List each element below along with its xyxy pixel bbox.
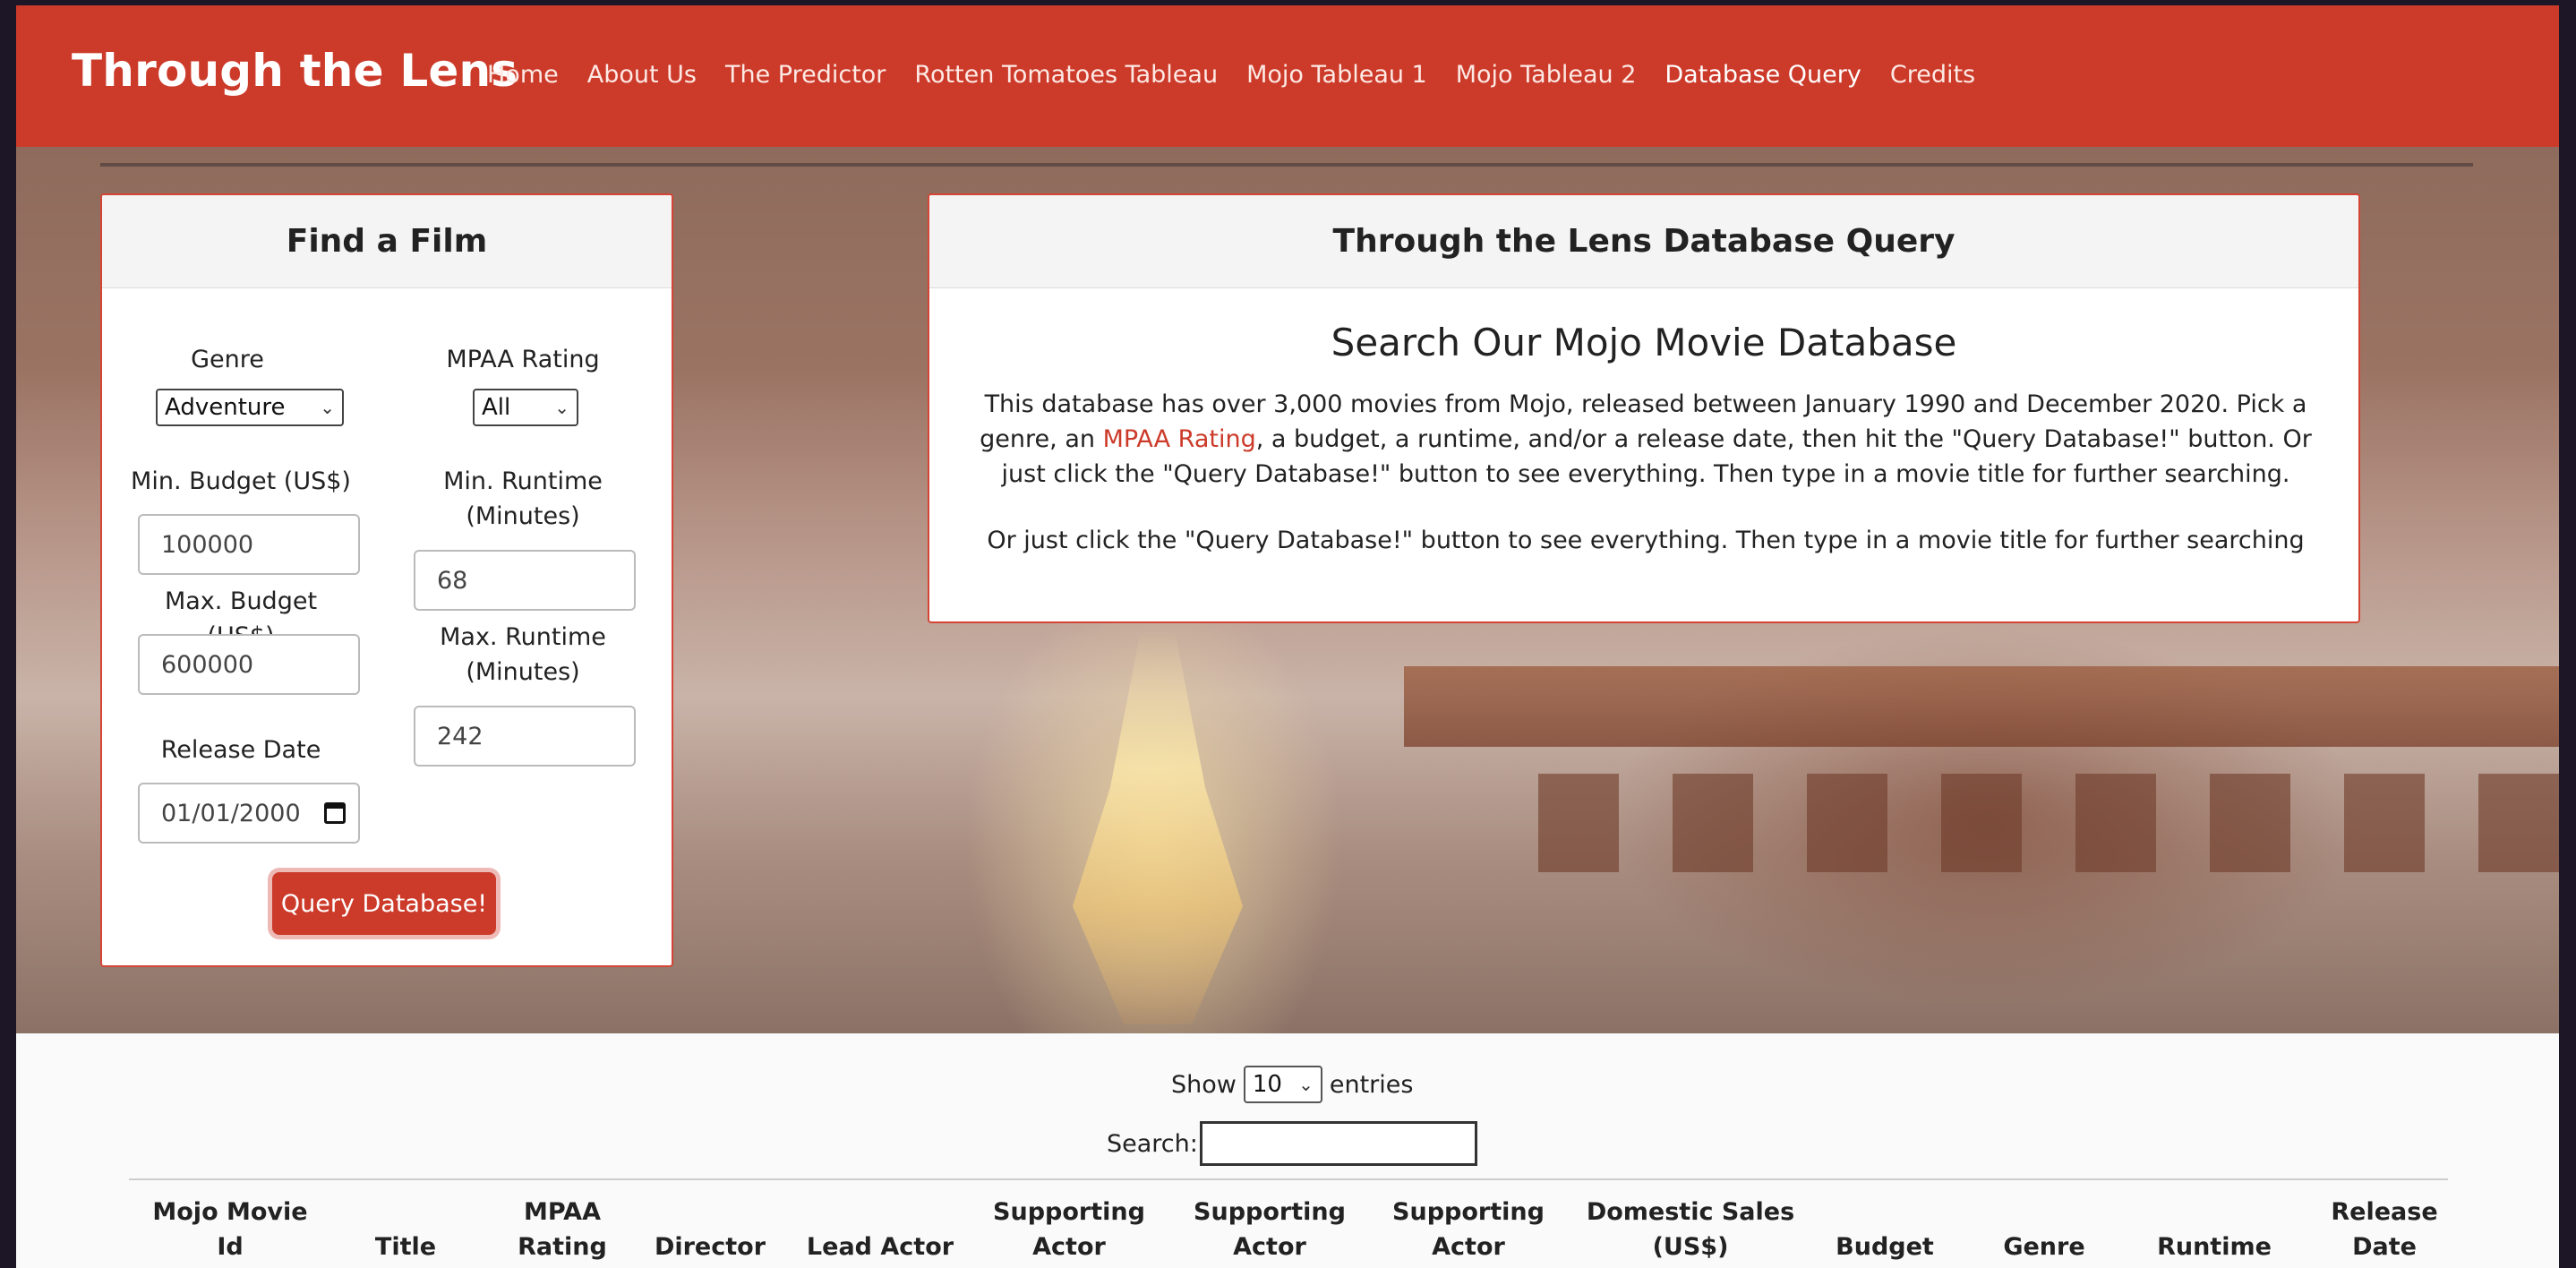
header-line1: Supporting [1194, 1198, 1346, 1226]
column-header-runtime[interactable]: Runtime [2138, 1195, 2290, 1264]
column-header-title[interactable]: Title [338, 1195, 473, 1264]
column-header-mpaa-rating[interactable]: MPAA Rating [491, 1195, 634, 1264]
header-line2: Runtime [2157, 1233, 2272, 1261]
mpaa-select-value: All [482, 394, 511, 421]
column-header-budget[interactable]: Budget [1818, 1195, 1952, 1264]
column-header-release-date[interactable]: Release Date [2317, 1195, 2452, 1264]
nav-mojo-tableau-2[interactable]: Mojo Tableau 2 [1456, 61, 1637, 89]
nav-mojo-tableau-1[interactable]: Mojo Tableau 1 [1246, 61, 1427, 89]
header-line1: Supporting [993, 1198, 1145, 1226]
divider [100, 163, 2473, 167]
find-a-film-title: Find a Film [102, 195, 672, 288]
genre-select-value: Adventure [165, 394, 286, 421]
header-line1: Domestic Sales [1586, 1198, 1795, 1226]
database-query-title: Through the Lens Database Query [929, 195, 2358, 288]
column-header-domestic-sales[interactable]: Domestic Sales (US$) [1579, 1195, 1801, 1264]
nav-home[interactable]: Home [487, 61, 559, 89]
find-a-film-card: Find a Film Genre Adventure ⌄ MPAA Ratin… [100, 193, 673, 967]
header-line2: Date [2352, 1233, 2417, 1261]
entries-label: entries [1329, 1070, 1414, 1099]
chevron-down-icon: ⌄ [1298, 1074, 1314, 1095]
mpaa-rating-select[interactable]: All ⌄ [473, 389, 578, 426]
header-line2: Lead Actor [806, 1233, 954, 1261]
entries-select-value: 10 [1252, 1071, 1282, 1098]
header-line2: Actor [1032, 1233, 1106, 1261]
header-line2: Id [217, 1233, 244, 1261]
database-description: This database has over 3,000 movies from… [965, 387, 2326, 492]
header-line1 [643, 1195, 777, 1229]
chevron-down-icon: ⌄ [320, 397, 335, 418]
table-search-input[interactable] [1199, 1121, 1477, 1166]
header-line2: Budget [1836, 1233, 1934, 1261]
column-header-lead-actor[interactable]: Lead Actor [795, 1195, 965, 1264]
nav-database-query[interactable]: Database Query [1665, 61, 1861, 89]
site-brand[interactable]: Through the Lens [72, 45, 518, 97]
nav-credits[interactable]: Credits [1890, 61, 1975, 89]
header-line1 [1977, 1195, 2111, 1229]
min-runtime-label-line2: (Minutes) [466, 502, 580, 530]
max-budget-input[interactable]: 600000 [138, 634, 360, 695]
min-runtime-label: Min. Runtime (Minutes) [407, 464, 639, 534]
column-header-supporting-actor-2[interactable]: Supporting Actor [1189, 1195, 1350, 1264]
browser-viewport: Through the Lens Home About Us The Predi… [16, 5, 2559, 1268]
column-header-director[interactable]: Director [643, 1195, 777, 1264]
show-entries-control: Show 10 ⌄ entries [1171, 1066, 1413, 1103]
header-line2: Actor [1432, 1233, 1505, 1261]
show-label: Show [1171, 1070, 1237, 1099]
table-divider [129, 1178, 2448, 1180]
corbel-decoration [1538, 774, 2559, 872]
nav-rotten-tomatoes-tableau[interactable]: Rotten Tomatoes Tableau [914, 61, 1218, 89]
header-line2: Director [654, 1233, 766, 1261]
column-header-supporting-actor-1[interactable]: Supporting Actor [988, 1195, 1150, 1264]
header-line1 [795, 1195, 965, 1229]
release-date-value: 01/01/2000 [161, 799, 301, 827]
results-table-area: Show 10 ⌄ entries Search: Mojo Movie Id T… [16, 1033, 2559, 1268]
genre-select[interactable]: Adventure ⌄ [156, 389, 344, 426]
database-subtitle: Search Our Mojo Movie Database [1331, 321, 1957, 364]
header-line2: Genre [2003, 1233, 2085, 1261]
column-header-genre[interactable]: Genre [1977, 1195, 2111, 1264]
nav-links: Home About Us The Predictor Rotten Tomat… [487, 61, 2004, 89]
table-search: Search: [1107, 1121, 1477, 1166]
chevron-down-icon: ⌄ [554, 397, 569, 418]
column-header-mojo-movie-id[interactable]: Mojo Movie Id [136, 1195, 324, 1264]
header-line2: (US$) [1652, 1233, 1729, 1261]
header-line1 [1818, 1195, 1952, 1229]
nav-about-us[interactable]: About Us [587, 61, 697, 89]
header-line1: Mojo Movie [152, 1198, 308, 1226]
calendar-icon[interactable] [324, 802, 346, 824]
min-runtime-input[interactable]: 68 [414, 550, 636, 611]
genre-label: Genre [191, 346, 264, 373]
release-date-label: Release Date [160, 736, 321, 764]
entries-select[interactable]: 10 ⌄ [1243, 1066, 1322, 1103]
header-line2: Rating [518, 1233, 607, 1261]
max-runtime-label-line1: Max. Runtime [440, 623, 606, 651]
search-label: Search: [1107, 1129, 1198, 1158]
min-budget-input[interactable]: 100000 [138, 514, 360, 575]
header-line2: Actor [1233, 1233, 1306, 1261]
release-date-input[interactable]: 01/01/2000 [138, 783, 360, 844]
database-description-2: Or just click the "Query Database!" butt… [987, 527, 2305, 554]
column-header-supporting-actor-3[interactable]: Supporting Actor [1388, 1195, 1549, 1264]
nav-the-predictor[interactable]: The Predictor [725, 61, 886, 89]
query-database-button[interactable]: Query Database! [272, 872, 496, 935]
max-runtime-label: Max. Runtime (Minutes) [407, 620, 639, 690]
max-runtime-input[interactable]: 242 [414, 706, 636, 767]
mpaa-rating-link[interactable]: MPAA Rating [1103, 425, 1256, 453]
header-line1: Release [2331, 1198, 2438, 1226]
min-runtime-label-line1: Min. Runtime [443, 467, 603, 495]
min-budget-label: Min. Budget (US$) [131, 467, 351, 495]
header-line1: MPAA [524, 1198, 601, 1226]
header-line1: Supporting [1392, 1198, 1545, 1226]
max-runtime-label-line2: (Minutes) [466, 658, 580, 686]
navbar: Through the Lens Home About Us The Predi… [16, 5, 2559, 147]
chandelier-decoration [1073, 630, 1243, 1024]
database-query-card: Through the Lens Database Query Search O… [928, 193, 2360, 623]
header-line2: Title [374, 1233, 437, 1261]
balcony-decoration [1404, 666, 2559, 747]
header-line1 [2138, 1195, 2290, 1229]
header-line1 [338, 1195, 473, 1229]
mpaa-rating-label: MPAA Rating [446, 346, 600, 373]
